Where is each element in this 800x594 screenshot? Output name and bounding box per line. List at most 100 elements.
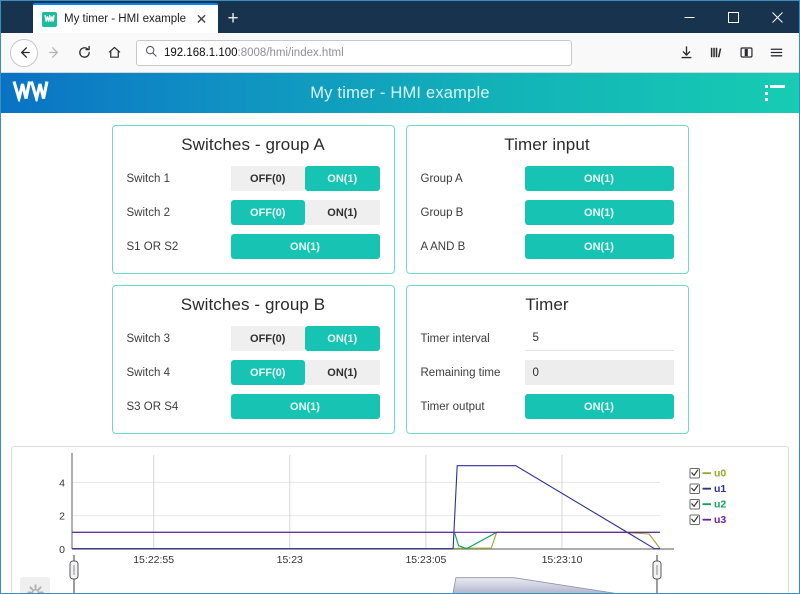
url-path: :8008/hmi/index.html — [237, 46, 344, 59]
switch-4-off-button[interactable]: OFF(0) — [230, 360, 305, 385]
switch-1-off-button[interactable]: OFF(0) — [230, 166, 305, 191]
status-badge: ON(1) — [230, 234, 380, 259]
row-label: Timer output — [420, 400, 485, 413]
panel-timer-input: Timer input Group A ON(1) Group B ON(1) — [405, 125, 689, 274]
library-icon[interactable] — [702, 39, 730, 67]
reload-icon[interactable] — [70, 39, 98, 67]
series-line-u1 — [72, 465, 660, 550]
switch-1-on-button[interactable]: ON(1) — [305, 166, 380, 191]
switch-1-toggle[interactable]: OFF(0) ON(1) — [230, 166, 380, 191]
x-tick-label: 15:22:55 — [133, 554, 174, 566]
home-icon[interactable] — [100, 39, 128, 67]
x-tick-label: 15:23:10 — [542, 554, 583, 566]
status-badge: ON(1) — [524, 166, 674, 191]
panel-title: Timer — [525, 295, 569, 314]
maximize-icon[interactable] — [711, 1, 755, 33]
row-s1-or-s2: S1 OR S2 ON(1) — [127, 233, 380, 260]
tab-title: My timer - HMI example — [64, 13, 187, 25]
sidebar-icon[interactable] — [732, 39, 760, 67]
title-bar: My timer - HMI example ✕ + — [1, 1, 799, 33]
hmi-page: My timer - HMI example Switches - group … — [1, 73, 799, 593]
row-label: Group A — [420, 172, 463, 185]
timer-interval-input[interactable]: 5 — [524, 326, 674, 351]
panel-timer: Timer Timer interval 5 Remaining time 0 — [405, 285, 689, 434]
address-bar[interactable]: 192.168.1.100:8008/hmi/index.html — [136, 39, 572, 66]
gear-icon[interactable] — [20, 577, 50, 593]
row-switch-4: Switch 4 OFF(0) ON(1) — [127, 359, 380, 386]
switch-3-off-button[interactable]: OFF(0) — [230, 326, 305, 351]
row-label: Switch 4 — [126, 366, 170, 379]
row-timer-interval: Timer interval 5 — [421, 325, 674, 352]
legend-item-u0[interactable]: u0 — [689, 468, 726, 480]
download-icon[interactable] — [672, 39, 700, 67]
group-a-status: ON(1) — [524, 166, 674, 191]
y-tick-label: 2 — [59, 511, 65, 523]
timer-output-status: ON(1) — [524, 394, 674, 419]
legend-item-u3[interactable]: u3 — [689, 514, 726, 526]
minimize-icon[interactable] — [667, 1, 711, 33]
status-badge: ON(1) — [524, 234, 674, 259]
legend-label-u2: u2 — [714, 499, 726, 511]
row-label: Remaining time — [420, 366, 501, 379]
menu-icon[interactable] — [762, 39, 790, 67]
legend-item-u2[interactable]: u2 — [689, 499, 726, 511]
row-label: Switch 3 — [126, 332, 170, 345]
panel-title: Switches - group B — [180, 295, 326, 314]
url-text: 192.168.1.100:8008/hmi/index.html — [164, 47, 344, 59]
row-timer-output: Timer output ON(1) — [421, 393, 674, 420]
row-label: S3 OR S4 — [126, 400, 179, 413]
forward-icon[interactable] — [40, 39, 68, 67]
y-tick-label: 0 — [59, 544, 65, 556]
close-window-icon[interactable] — [755, 1, 799, 33]
legend-label-u0: u0 — [714, 468, 726, 480]
window-controls — [667, 1, 799, 33]
row-label: S1 OR S2 — [126, 240, 179, 253]
panel-grid: Switches - group A Switch 1 OFF(0) ON(1)… — [1, 125, 799, 434]
group-b-status: ON(1) — [524, 200, 674, 225]
panel-switches-group-a: Switches - group A Switch 1 OFF(0) ON(1)… — [111, 125, 395, 274]
list-menu-icon[interactable] — [765, 85, 785, 101]
switch-3-toggle[interactable]: OFF(0) ON(1) — [230, 326, 380, 351]
legend-label-u1: u1 — [714, 483, 726, 495]
navigator-handle-right[interactable] — [652, 555, 662, 593]
row-switch-3: Switch 3 OFF(0) ON(1) — [127, 325, 380, 352]
new-tab-button[interactable]: + — [218, 3, 248, 33]
y-tick-label: 4 — [59, 477, 65, 489]
remaining-time-control: 0 — [524, 360, 674, 385]
back-icon[interactable] — [10, 38, 38, 67]
timer-interval-control[interactable]: 5 — [524, 326, 674, 351]
toolbar-icons — [672, 39, 790, 67]
switch-4-toggle[interactable]: OFF(0) ON(1) — [230, 360, 380, 385]
panel-switches-group-b: Switches - group B Switch 3 OFF(0) ON(1)… — [111, 285, 395, 434]
row-label: A AND B — [420, 240, 466, 253]
hmi-body: Switches - group A Switch 1 OFF(0) ON(1)… — [1, 113, 799, 593]
navigator-handle-left[interactable] — [69, 555, 79, 593]
x-tick-label: 15:23:05 — [405, 554, 446, 566]
x-tick-label: 15:23 — [277, 554, 303, 566]
row-label: Switch 1 — [126, 172, 170, 185]
tab-favicon-icon — [42, 11, 57, 27]
switch-3-on-button[interactable]: ON(1) — [305, 326, 380, 351]
switch-4-on-button[interactable]: ON(1) — [305, 360, 380, 385]
row-a-and-b: A AND B ON(1) — [421, 233, 674, 260]
status-badge: ON(1) — [230, 394, 380, 419]
legend-item-u1[interactable]: u1 — [689, 483, 726, 495]
chart-card: 0 2 4 15:22:55 15:23 15:23:05 15:23:10 u0 u1 u2 u3 — [11, 446, 789, 593]
close-icon[interactable]: ✕ — [193, 11, 210, 28]
search-icon — [145, 44, 157, 62]
row-label: Timer interval — [420, 332, 490, 345]
hmi-header: My timer - HMI example — [1, 73, 799, 113]
row-group-b: Group B ON(1) — [421, 199, 674, 226]
series-line-u0 — [72, 531, 661, 550]
navigator-overview — [452, 577, 616, 593]
a-and-b-status: ON(1) — [524, 234, 674, 259]
timeseries-chart[interactable]: 0 2 4 15:22:55 15:23 15:23:05 15:23:10 u0 u1 u2 u3 — [12, 447, 789, 593]
legend-label-u3: u3 — [714, 514, 726, 526]
browser-tab[interactable]: My timer - HMI example ✕ — [33, 3, 219, 33]
switch-2-on-button[interactable]: ON(1) — [305, 200, 380, 225]
url-host: 192.168.1.100 — [164, 46, 238, 59]
switch-2-off-button[interactable]: OFF(0) — [230, 200, 305, 225]
switch-2-toggle[interactable]: OFF(0) ON(1) — [230, 200, 380, 225]
row-label: Switch 2 — [126, 206, 170, 219]
browser-window: My timer - HMI example ✕ + 192.168.1.100… — [0, 0, 800, 594]
